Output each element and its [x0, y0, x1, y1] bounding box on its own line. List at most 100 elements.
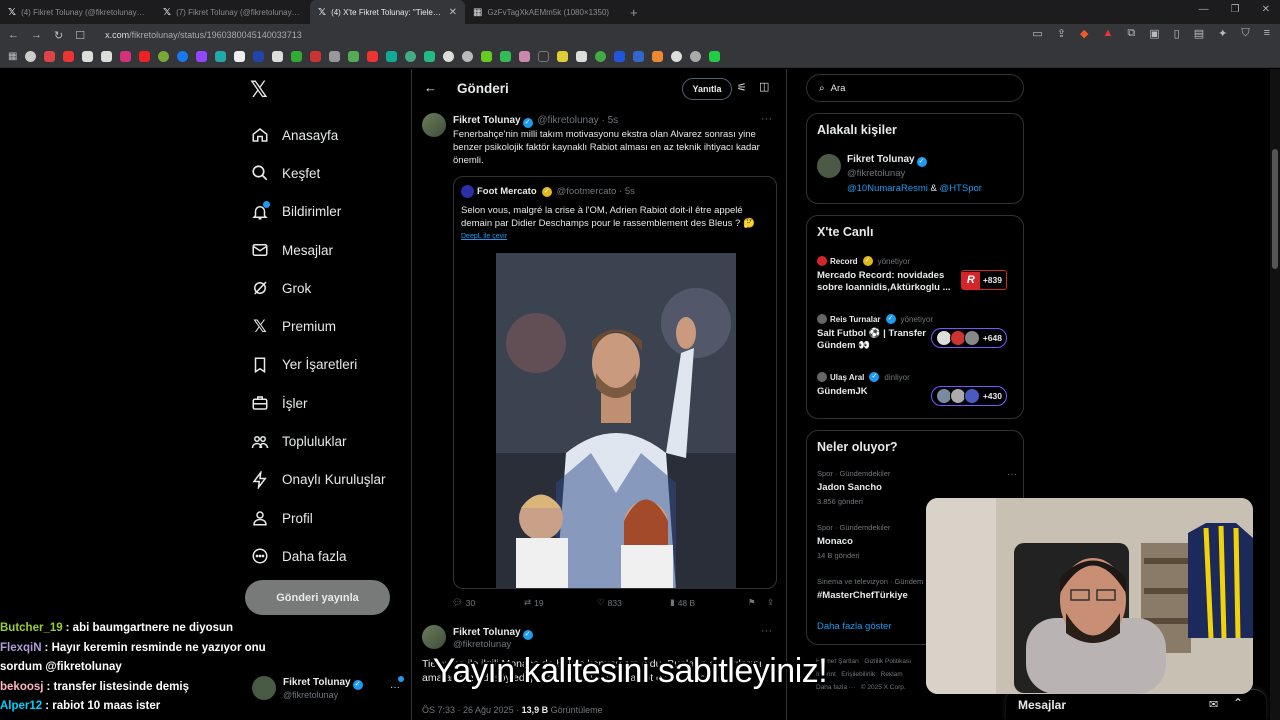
bookmark-icon[interactable] — [538, 51, 550, 62]
bookmark-icon[interactable] — [576, 51, 588, 62]
bookmark-icon[interactable] — [272, 51, 284, 62]
back-icon[interactable]: ← — [8, 29, 19, 41]
related-name[interactable]: Fikret Tolunay ✓ — [847, 154, 929, 167]
url-field[interactable]: x.com/fikretolunay/status/19603800451400… — [105, 30, 302, 40]
bookmark-icon[interactable] — [158, 51, 170, 62]
bookmark-icon[interactable] — [557, 51, 569, 62]
minimize-icon[interactable]: — — [1199, 4, 1209, 15]
more-dots-icon[interactable]: ··· — [761, 625, 772, 637]
bookmark-page-icon[interactable]: ☐ — [75, 29, 85, 42]
tweet-time[interactable]: ÖS 7:33 · 26 Ağu 2025 · — [422, 705, 522, 715]
browser-tab[interactable]: 𝕏 (4) Fikret Tolunay (@fikretolunay) / X — [0, 0, 155, 24]
browser-tab-active[interactable]: 𝕏 (4) X'te Fikret Tolunay: "Tieleman" ✕ — [310, 0, 465, 24]
retweet-action[interactable]: ⇄ 19 — [524, 597, 597, 608]
bookmark-icon[interactable] — [348, 51, 360, 62]
forward-icon[interactable]: → — [31, 29, 42, 41]
nav-communities[interactable]: Topluluklar — [250, 422, 386, 460]
bookmark-icon[interactable] — [177, 51, 189, 62]
tweet-author[interactable]: Fikret Tolunay ✓ @fikretolunay · 5s — [453, 115, 618, 128]
filter-icon[interactable]: ⚟ — [737, 81, 747, 94]
bookmark-icon[interactable] — [234, 51, 246, 62]
bookmark-icon[interactable] — [709, 51, 721, 62]
bookmark-icon[interactable] — [82, 51, 94, 62]
bookmark-icon[interactable] — [519, 51, 531, 62]
bookmark-icon[interactable] — [196, 51, 208, 62]
rewards-icon[interactable]: ▲ — [1102, 27, 1113, 40]
nav-notifications[interactable]: Bildirimler — [250, 193, 386, 231]
nav-premium[interactable]: 𝕏 Premium — [250, 307, 386, 345]
bookmark-icon[interactable] — [690, 51, 702, 62]
bookmark-icon[interactable] — [671, 51, 683, 62]
bookmark-icon[interactable] — [44, 51, 56, 62]
bookmark-icon[interactable] — [500, 51, 512, 62]
more-dots-icon[interactable]: ··· — [1007, 469, 1017, 480]
bookmark-icon[interactable] — [481, 51, 493, 62]
install-icon[interactable]: ▭ — [1032, 27, 1042, 40]
bookmark-icon[interactable] — [595, 51, 607, 62]
share-icon[interactable]: ⇪ — [767, 597, 774, 608]
live-item[interactable]: Ulaş Aral ✓ dinliyor GündemJK +430 — [817, 372, 1017, 406]
show-more-link[interactable]: Daha fazla göster — [817, 621, 891, 632]
menu-icon[interactable]: ≡ — [1264, 27, 1270, 40]
nav-jobs[interactable]: İşler — [250, 384, 386, 422]
bookmark-icon[interactable] — [63, 51, 75, 62]
new-tab-button[interactable]: + — [620, 0, 648, 24]
quote-photo[interactable] — [496, 253, 736, 588]
bookmark-icon[interactable] — [614, 51, 626, 62]
nav-bookmarks[interactable]: Yer İşaretleri — [250, 346, 386, 384]
bookmark-icon[interactable] — [443, 51, 455, 62]
bookmark-icon[interactable] — [462, 51, 474, 62]
views-action[interactable]: ▮ 48 B — [670, 597, 748, 608]
brave-shield-icon[interactable]: ◆ — [1080, 27, 1088, 40]
avatar[interactable] — [817, 154, 841, 178]
bookmark-icon[interactable] — [329, 51, 341, 62]
bookmark-action[interactable]: ⚑ — [748, 597, 767, 608]
sidebar-icon[interactable]: ▯ — [1174, 27, 1180, 40]
bookmark-icon[interactable] — [652, 51, 664, 62]
bookmark-icon[interactable] — [101, 51, 113, 62]
leo-icon[interactable]: ✦ — [1218, 27, 1227, 40]
bookmark-icon[interactable] — [310, 51, 322, 62]
bio-link[interactable]: @HTSpor — [940, 183, 982, 194]
x-logo-icon[interactable]: 𝕏 — [250, 77, 268, 103]
more-dots-icon[interactable]: ··· — [761, 113, 772, 125]
nav-verified-orgs[interactable]: Onaylı Kuruluşlar — [250, 461, 386, 499]
vpn-icon[interactable]: ⛉ — [1241, 27, 1249, 40]
nav-explore[interactable]: Keşfet — [250, 154, 386, 192]
browser-tab[interactable]: 𝕏 (7) Fikret Tolunay (@fikretolunay) / X — [155, 0, 310, 24]
live-item[interactable]: Record ✓ yönetiyor Mercado Record: novidad… — [817, 256, 1017, 294]
reader-icon[interactable]: ◫ — [759, 80, 769, 93]
screenshot-icon[interactable]: ▣ — [1149, 27, 1159, 40]
bookmark-icon[interactable] — [424, 51, 436, 62]
bookmark-icon[interactable] — [291, 51, 303, 62]
bookmark-icon[interactable] — [139, 51, 151, 62]
nav-messages[interactable]: Mesajlar — [250, 231, 386, 269]
bookmark-icon[interactable] — [215, 51, 227, 62]
bookmark-icon[interactable] — [633, 51, 645, 62]
nav-profile[interactable]: Profil — [250, 499, 386, 537]
bio-link[interactable]: @10NumaraResmi — [847, 183, 928, 194]
browser-tab[interactable]: ▦ GzFvTagXkAEMm5k (1080×1350) — [465, 0, 620, 24]
apps-icon[interactable]: ▦ — [8, 51, 17, 62]
page-scrollbar[interactable] — [1270, 69, 1280, 720]
new-message-icon[interactable]: ✉ — [1209, 698, 1218, 711]
share-icon[interactable]: ⇪ — [1057, 27, 1066, 40]
translate-link[interactable]: DeepL ile çevir — [461, 233, 507, 240]
scrollbar-thumb[interactable] — [1272, 149, 1278, 269]
bookmark-icon[interactable] — [253, 51, 265, 62]
nav-more[interactable]: Daha fazla — [250, 537, 386, 575]
wallet-icon[interactable]: ▤ — [1194, 27, 1204, 40]
bookmark-icon[interactable] — [386, 51, 398, 62]
reload-icon[interactable]: ↻ — [54, 29, 63, 42]
search-input[interactable]: ⌕ Ara — [806, 74, 1024, 102]
bookmark-icon[interactable] — [367, 51, 379, 62]
quoted-tweet[interactable]: Foot Mercato ✓ @footmercato · 5s Selon v… — [453, 176, 777, 589]
bookmark-icon[interactable] — [405, 51, 417, 62]
nav-grok[interactable]: Grok — [250, 269, 386, 307]
back-arrow-icon[interactable]: ← — [424, 80, 437, 95]
expand-icon[interactable]: ⌃ — [1233, 696, 1243, 710]
like-action[interactable]: ♡ 833 — [597, 597, 670, 608]
bookmark-icon[interactable] — [25, 51, 37, 62]
extensions-icon[interactable]: ⧉ — [1127, 27, 1135, 40]
live-item[interactable]: Reis Turnalar ✓ yönetiyor Salt Futbol ⚽ | … — [817, 314, 1017, 352]
